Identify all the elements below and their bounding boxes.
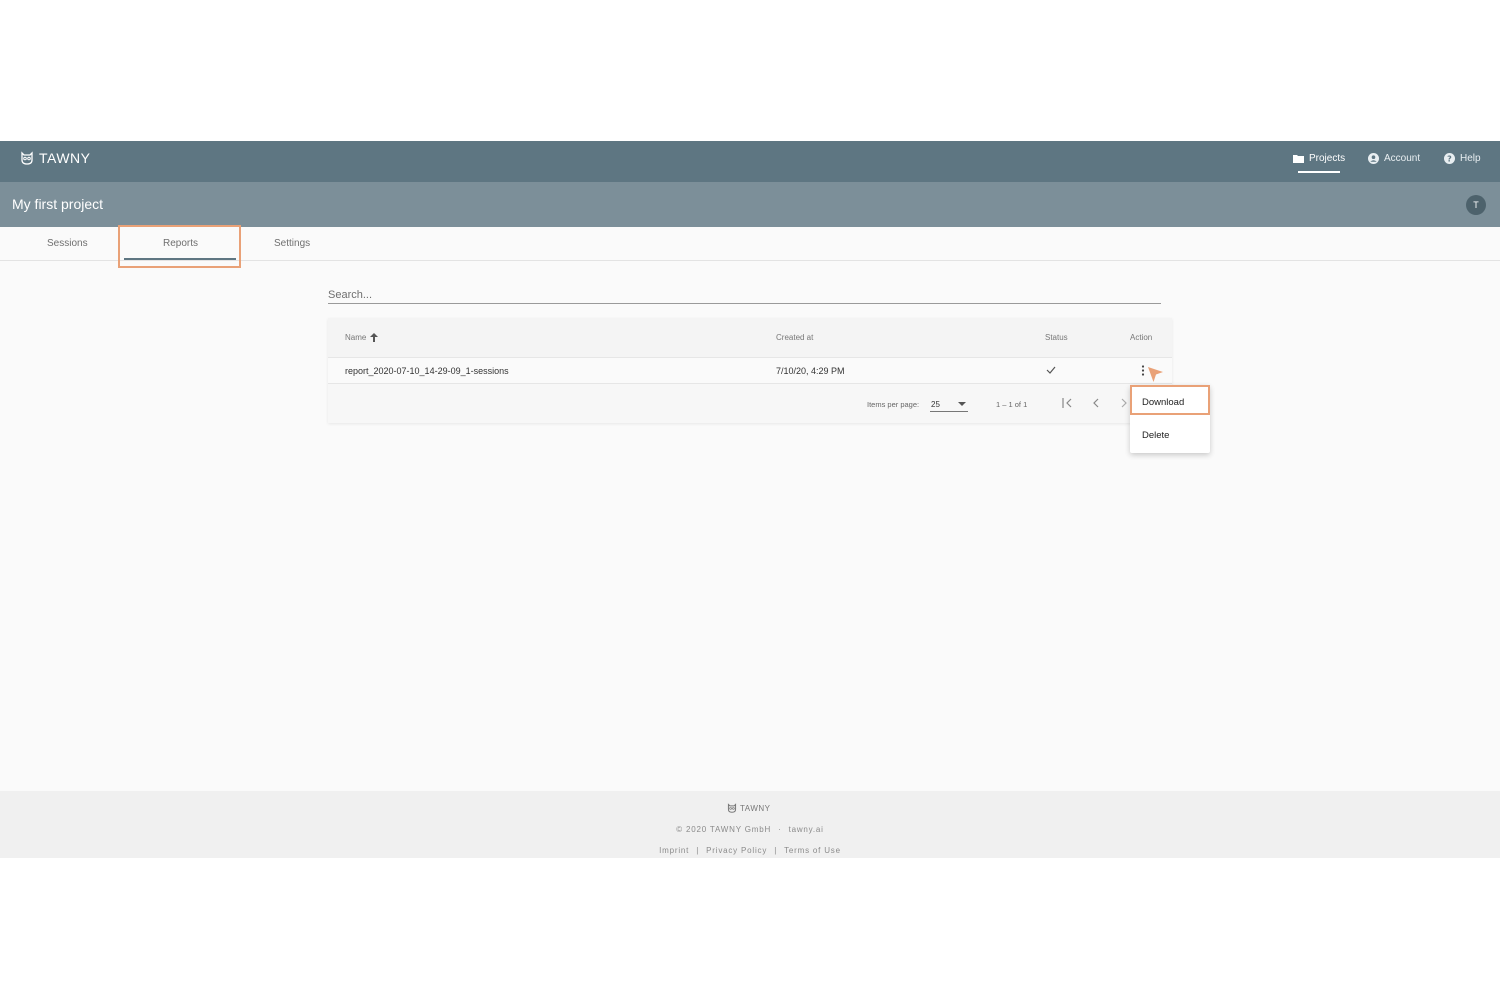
cursor-pointer-icon: [1148, 367, 1163, 382]
nav-account-label: Account: [1384, 153, 1421, 164]
column-created-header[interactable]: Created at: [776, 333, 813, 342]
dropdown-arrow-icon: [958, 402, 966, 406]
chevron-left-icon: [1093, 398, 1099, 408]
table-row[interactable]: report_2020-07-10_14-29-09_1-sessions 7/…: [328, 358, 1172, 384]
nav-account[interactable]: Account: [1368, 153, 1420, 164]
brand-logo[interactable]: TAWNY: [20, 150, 91, 166]
check-icon: [1046, 366, 1056, 374]
footer-site-link[interactable]: tawny.ai: [789, 825, 824, 834]
column-status-header: Status: [1045, 333, 1068, 342]
footer-links: Imprint | Privacy Policy | Terms of Use: [0, 846, 1500, 855]
owl-logo-icon: [21, 151, 33, 165]
top-bar: TAWNY Projects Account ? Help: [0, 141, 1500, 182]
download-highlight: [1130, 385, 1210, 415]
footer-separator: ·: [778, 825, 782, 834]
app-window: TAWNY Projects Account ? Help My first p…: [0, 141, 1500, 858]
reports-tab-highlight: [118, 225, 241, 268]
avatar[interactable]: T: [1466, 195, 1486, 215]
folder-icon: [1293, 155, 1304, 163]
table-header: Name Created at Status Action: [328, 318, 1172, 358]
column-action-header: Action: [1130, 333, 1153, 342]
help-circle-icon: ?: [1444, 153, 1455, 164]
footer-terms-link[interactable]: Terms of Use: [784, 846, 841, 855]
footer-copyright-line: © 2020 TAWNY GmbH · tawny.ai: [0, 825, 1500, 834]
reports-table: Name Created at Status Action report_202…: [328, 318, 1172, 423]
footer-divider: |: [774, 846, 778, 855]
page-range: 1 – 1 of 1: [996, 400, 1028, 409]
footer-privacy-link[interactable]: Privacy Policy: [706, 846, 767, 855]
previous-page-button[interactable]: [1087, 394, 1105, 412]
sort-arrow-up-icon: [370, 333, 379, 342]
report-name-cell: report_2020-07-10_14-29-09_1-sessions: [345, 366, 509, 376]
account-circle-icon: [1368, 153, 1379, 164]
page-title: My first project: [12, 196, 104, 212]
brand-name: TAWNY: [39, 150, 91, 166]
nav-projects[interactable]: Projects: [1293, 153, 1345, 164]
tab-settings[interactable]: Settings: [274, 238, 310, 249]
menu-item-delete[interactable]: Delete: [1130, 421, 1210, 451]
footer-divider: |: [696, 846, 700, 855]
more-vert-icon[interactable]: [1141, 365, 1145, 376]
items-per-page-value: 25: [931, 400, 940, 409]
nav-active-indicator: [1298, 171, 1340, 173]
first-page-button[interactable]: [1059, 394, 1077, 412]
column-name-header[interactable]: Name: [345, 333, 379, 342]
nav-help[interactable]: ? Help: [1444, 153, 1481, 164]
items-per-page-select[interactable]: 25: [930, 396, 968, 412]
tab-sessions[interactable]: Sessions: [47, 238, 88, 249]
project-header: My first project T: [0, 182, 1500, 227]
search-input[interactable]: [328, 286, 1161, 304]
chevron-right-icon: [1121, 398, 1127, 408]
footer-logo: TAWNY: [727, 803, 771, 813]
footer-imprint-link[interactable]: Imprint: [659, 846, 689, 855]
footer-brand: TAWNY: [740, 803, 771, 813]
column-name-label: Name: [345, 333, 367, 342]
footer: TAWNY © 2020 TAWNY GmbH · tawny.ai Impri…: [0, 791, 1500, 858]
owl-logo-icon: [727, 803, 737, 813]
nav-help-label: Help: [1460, 153, 1481, 164]
items-per-page-label: Items per page:: [867, 400, 920, 409]
first-page-icon: [1062, 398, 1072, 408]
svg-text:?: ?: [1447, 155, 1452, 164]
paginator: Items per page: 25 1 – 1 of 1: [328, 384, 1172, 423]
footer-copyright: © 2020 TAWNY GmbH: [676, 825, 772, 834]
report-created-cell: 7/10/20, 4:29 PM: [776, 366, 845, 376]
nav-projects-label: Projects: [1309, 153, 1346, 164]
